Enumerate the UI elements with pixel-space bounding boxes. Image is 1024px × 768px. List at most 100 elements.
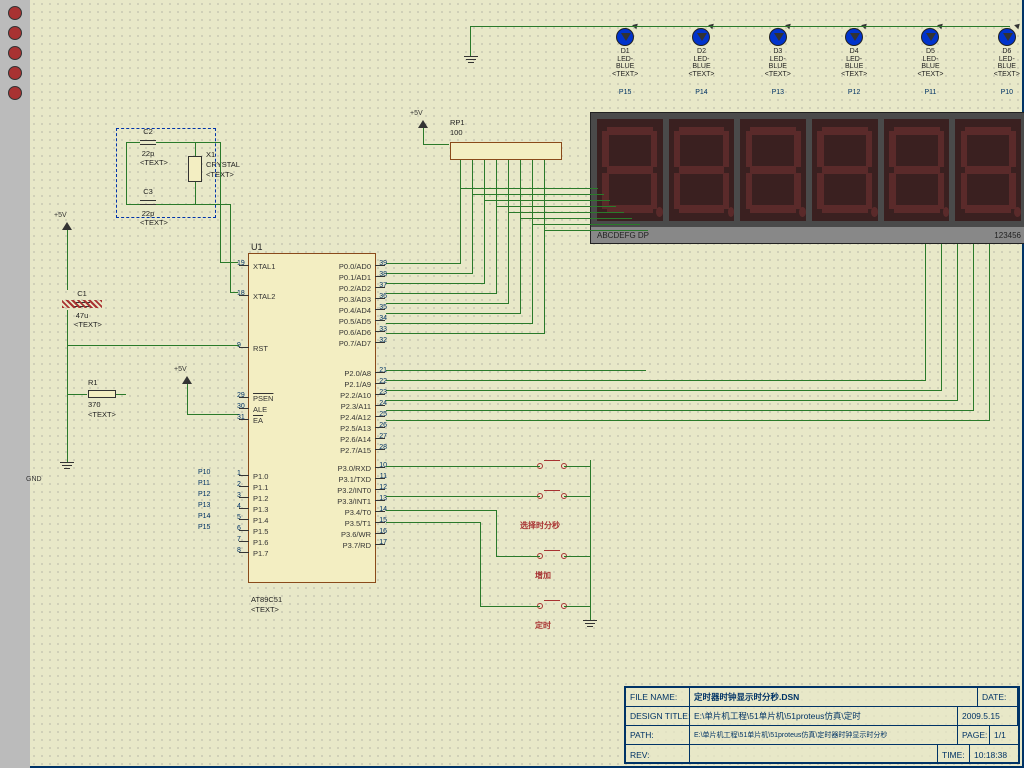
polar-cap-icon [62, 300, 102, 308]
tb-page: 1/1 [990, 726, 1018, 744]
wire [470, 26, 471, 56]
wire [564, 606, 590, 607]
wire [187, 414, 239, 415]
r1-ref: R1 [88, 378, 98, 387]
wire [564, 466, 590, 467]
led-D4: D4LED-BLUE<TEXT>P12 [839, 28, 869, 96]
wire [67, 440, 68, 462]
res-r1[interactable] [88, 390, 116, 398]
wire [532, 160, 533, 323]
wire [386, 466, 540, 467]
tb-page-lbl: PAGE: [958, 726, 990, 744]
tb-date-lbl: DATE: [978, 688, 1018, 706]
rp1-val: 100 [450, 128, 463, 137]
btn-label-set: 定时 [535, 620, 551, 631]
gnd-symbol [464, 56, 478, 63]
wire [423, 144, 449, 145]
wire [460, 160, 461, 263]
wire [67, 310, 68, 440]
wire [470, 26, 1010, 27]
wire [472, 194, 604, 195]
wire [386, 420, 990, 421]
wire [386, 293, 497, 294]
wire [564, 556, 590, 557]
vcc-label: +5V [174, 366, 187, 373]
tb-file-lbl: FILE NAME: [626, 688, 690, 706]
wire [508, 212, 624, 213]
ext-p15: P15 [198, 524, 210, 531]
wire [520, 218, 632, 219]
wire [544, 230, 648, 231]
resistor-network-rp1[interactable] [450, 142, 562, 160]
gnd-label: GND [26, 476, 42, 483]
digit-3 [740, 119, 806, 221]
digit-2 [669, 119, 735, 221]
ext-p10: P10 [198, 469, 210, 476]
rp1-ref: RP1 [450, 118, 465, 127]
tb-design: E:\单片机工程\51单片机\51proteus仿真\定时 [690, 707, 958, 725]
gnd-symbol [60, 462, 74, 469]
wire [564, 496, 590, 497]
button-select-bot[interactable] [540, 490, 564, 502]
tb-time: 10:18:38 [970, 745, 1018, 764]
wire [386, 400, 958, 401]
vcc-marker [182, 376, 192, 384]
wire [195, 142, 221, 143]
wire [480, 522, 481, 606]
wire [386, 370, 646, 371]
led-D5: D5LED-BLUE<TEXT>P11 [915, 28, 945, 96]
vcc-label: +5V [410, 110, 423, 117]
led-D2: D2LED-BLUE<TEXT>P14 [686, 28, 716, 96]
led-row: D1LED-BLUE<TEXT>P15 D2LED-BLUE<TEXT>P14 … [610, 28, 1022, 96]
wire [480, 606, 540, 607]
mcu-at89c51[interactable]: U1 XTAL119 XTAL218 RST9 PSEN29 ALE30 EA3… [248, 253, 376, 583]
wire [496, 160, 497, 293]
digit-4 [812, 119, 878, 221]
ext-p14: P14 [198, 513, 210, 520]
tb-design-lbl: DESIGN TITLE: [626, 707, 690, 725]
display-pins-left: ABCDEFG DP [597, 231, 649, 240]
button-set[interactable] [540, 600, 564, 612]
side-toolbar [0, 0, 30, 768]
tb-time-lbl: TIME: [938, 745, 970, 764]
wire [989, 244, 990, 421]
wire [386, 313, 521, 314]
tb-date: 2009.5.15 [958, 707, 1018, 725]
button-select-top[interactable] [540, 460, 564, 472]
wire [941, 244, 942, 391]
r1-note: <TEXT> [88, 410, 116, 419]
wire [496, 556, 540, 557]
led-D3: D3LED-BLUE<TEXT>P13 [763, 28, 793, 96]
ext-p13: P13 [198, 502, 210, 509]
title-block: FILE NAME: 定时器时钟显示时分秒.DSN DATE: DESIGN T… [624, 686, 1020, 764]
button-inc[interactable] [540, 550, 564, 562]
cap-c1[interactable]: C147u<TEXT> [74, 290, 90, 329]
tb-path-lbl: PATH: [626, 726, 690, 744]
vcc-marker [62, 222, 72, 230]
wire [460, 188, 598, 189]
ext-p12: P12 [198, 491, 210, 498]
vcc-marker [418, 120, 428, 128]
wire [386, 522, 480, 523]
tb-path: E:\单片机工程\51单片机\51proteus仿真\定时器时钟显示时分秒 [690, 726, 958, 744]
wire [484, 160, 485, 283]
tb-rev [690, 745, 938, 764]
wire [67, 230, 68, 290]
led-D6: D6LED-BLUE<TEXT>P10 [992, 28, 1022, 96]
wire [496, 206, 616, 207]
wire [386, 510, 496, 511]
wire [220, 262, 238, 263]
gnd-symbol [583, 620, 597, 627]
wire [472, 160, 473, 273]
mcu-note: <TEXT> [251, 605, 279, 614]
btn-label-inc: 增加 [535, 570, 551, 581]
btn-label-select: 选择时分秒 [520, 520, 560, 531]
display-pins-right: 123456 [994, 231, 1021, 240]
led-D1: D1LED-BLUE<TEXT>P15 [610, 28, 640, 96]
wire [195, 204, 231, 205]
wire [67, 394, 87, 395]
digit-6 [955, 119, 1021, 221]
seven-seg-display[interactable]: ABCDEFG DP 123456 [590, 112, 1024, 244]
wire [386, 323, 533, 324]
schematic-canvas[interactable]: D1LED-BLUE<TEXT>P15 D2LED-BLUE<TEXT>P14 … [30, 0, 1024, 768]
